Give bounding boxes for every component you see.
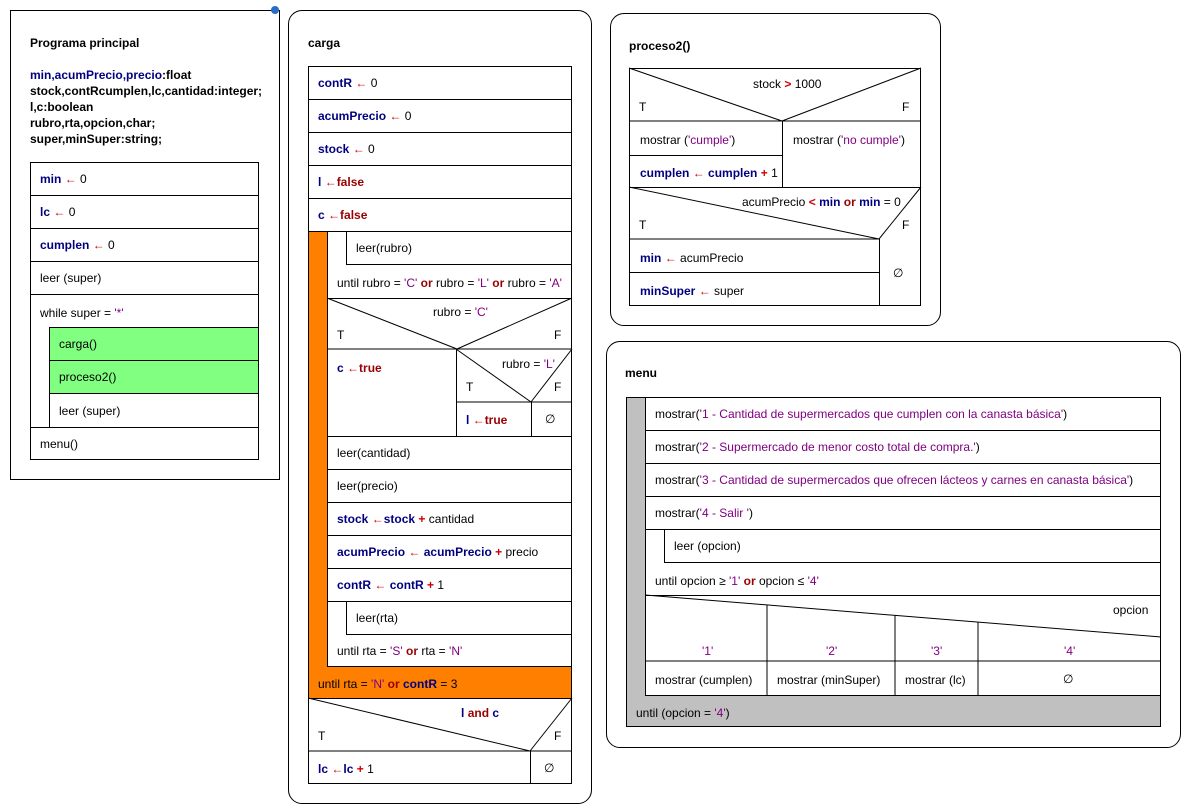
- carga-assign-l[interactable]: l ← false: [308, 165, 572, 199]
- menu-until-outer: until (opcion = '4'): [636, 706, 730, 720]
- main-declarations: min,acumPrecio,precio:float stock,contRc…: [30, 68, 263, 146]
- carga-if2-false-label: F: [554, 380, 562, 394]
- menu-case-label-2: '2': [826, 644, 838, 658]
- carga-if1-true-label: T: [337, 328, 345, 342]
- carga-assign-stock[interactable]: stock ← 0: [308, 132, 572, 166]
- carga-assign-contR-sum[interactable]: contR ← contR + 1: [327, 568, 572, 602]
- carga-if3-triangle: [307, 697, 573, 752]
- menu-show-option-2[interactable]: mostrar('2 - Supermercado de menor costo…: [645, 430, 1161, 464]
- proceso2-if1-true-label: T: [639, 100, 647, 114]
- carga-read-cantidad[interactable]: leer(cantidad): [327, 436, 572, 470]
- menu-show-option-3[interactable]: mostrar('3 - Cantidad de supermercados q…: [645, 463, 1161, 497]
- main-assign-cumplen[interactable]: cumplen ← 0: [30, 228, 259, 262]
- carga-until-rubro: until rubro = 'C' or rubro = 'L' or rubr…: [337, 276, 562, 290]
- carga-until-rta: until rta = 'S' or rta = 'N': [337, 644, 463, 658]
- carga-if1-condition: rubro = 'C': [433, 305, 488, 319]
- proceso2-if2-true-label: T: [639, 218, 647, 232]
- carga-until-main: until rta = 'N' or contR = 3: [318, 677, 458, 691]
- menu-read-opcion[interactable]: leer (opcion): [664, 529, 1161, 563]
- carga-read-precio[interactable]: leer(precio): [327, 469, 572, 503]
- proceso2-show-cumple[interactable]: mostrar ('cumple'): [640, 133, 735, 147]
- proceso2-if2-false-label: F: [902, 218, 910, 232]
- proceso2-if1-false-label: F: [902, 100, 910, 114]
- proceso2-assign-min[interactable]: min ← acumPrecio: [640, 251, 743, 265]
- carga-if2-divider: [531, 402, 532, 437]
- main-assign-lc[interactable]: lc ← 0: [30, 195, 259, 229]
- proceso2-if1-condition: stock > 1000: [753, 77, 822, 91]
- carga-assign-lc-inc[interactable]: lc ←lc + 1: [318, 762, 374, 776]
- menu-case-variable: opcion: [1113, 603, 1149, 617]
- carga-assign-l-true[interactable]: l ←true: [466, 413, 507, 427]
- pin-icon: [271, 6, 279, 14]
- carga-assign-c[interactable]: c ← false: [308, 198, 572, 232]
- main-read-super-2[interactable]: leer (super): [49, 393, 259, 428]
- carga-if2-empty: ∅: [545, 412, 556, 426]
- proceso2-then2-separator: [629, 272, 880, 273]
- carga-assign-c-true[interactable]: c ←true: [337, 361, 382, 375]
- menu-show-option-1[interactable]: mostrar('1 - Cantidad de supermercados q…: [645, 397, 1161, 431]
- carga-if3-condition: l and c: [461, 706, 500, 720]
- proceso2-show-no-cumple[interactable]: mostrar ('no cumple'): [793, 133, 905, 147]
- main-assign-min[interactable]: min ← 0: [30, 162, 259, 196]
- carga-read-rubro[interactable]: leer(rubro): [346, 231, 572, 265]
- menu-action-4: ∅: [1063, 672, 1074, 686]
- proceso2-if2-condition: acumPrecio < min or min = 0: [742, 195, 901, 209]
- main-call-menu[interactable]: menu(): [30, 427, 259, 460]
- proceso2-title: proceso2(): [629, 39, 691, 53]
- carga-if3-false-label: F: [554, 729, 562, 743]
- menu-action-2[interactable]: mostrar (minSuper): [777, 673, 880, 687]
- main-call-proceso2[interactable]: proceso2(): [49, 360, 259, 394]
- menu-show-option-4[interactable]: mostrar('4 - Salir '): [645, 496, 1161, 530]
- carga-if3-true-label: T: [318, 729, 326, 743]
- menu-case-label-3: '3': [931, 644, 943, 658]
- menu-action-1[interactable]: mostrar (cumplen): [655, 673, 752, 687]
- carga-if1-false-label: F: [554, 328, 562, 342]
- menu-case-label-1: '1': [702, 644, 714, 658]
- main-program-title: Programa principal: [30, 36, 140, 50]
- main-call-carga[interactable]: carga(): [49, 327, 259, 361]
- proceso2-then-separator: [629, 155, 783, 156]
- proceso2-assign-cumplen[interactable]: cumplen ← cumplen + 1: [640, 166, 778, 180]
- carga-assign-acum-sum[interactable]: acumPrecio ← acumPrecio + precio: [327, 535, 572, 569]
- proceso2-if2-empty: ∅: [893, 266, 904, 280]
- carga-read-rta[interactable]: leer(rta): [346, 601, 572, 635]
- carga-if3-empty: ∅: [544, 761, 555, 775]
- menu-title: menu: [625, 366, 658, 380]
- carga-if3-divider: [530, 751, 531, 784]
- carga-if2-true-label: T: [466, 380, 474, 394]
- main-read-super[interactable]: leer (super): [30, 261, 259, 295]
- menu-case-label-4: '4': [1064, 644, 1076, 658]
- carga-assign-acumPrecio[interactable]: acumPrecio ← 0: [308, 99, 572, 133]
- main-while-condition: while super = '*': [40, 306, 124, 320]
- carga-if2-condition: rubro = 'L': [502, 357, 555, 371]
- carga-title: carga: [308, 36, 341, 50]
- carga-assign-contR[interactable]: contR ← 0: [308, 66, 572, 100]
- proceso2-assign-minSuper[interactable]: minSuper ← super: [640, 284, 744, 298]
- menu-action-3[interactable]: mostrar (lc): [905, 673, 966, 687]
- carga-assign-stock-sum[interactable]: stock ← stock + cantidad: [327, 502, 572, 536]
- menu-until-opcion: until opcion ≥ '1' or opcion ≤ '4': [655, 574, 819, 588]
